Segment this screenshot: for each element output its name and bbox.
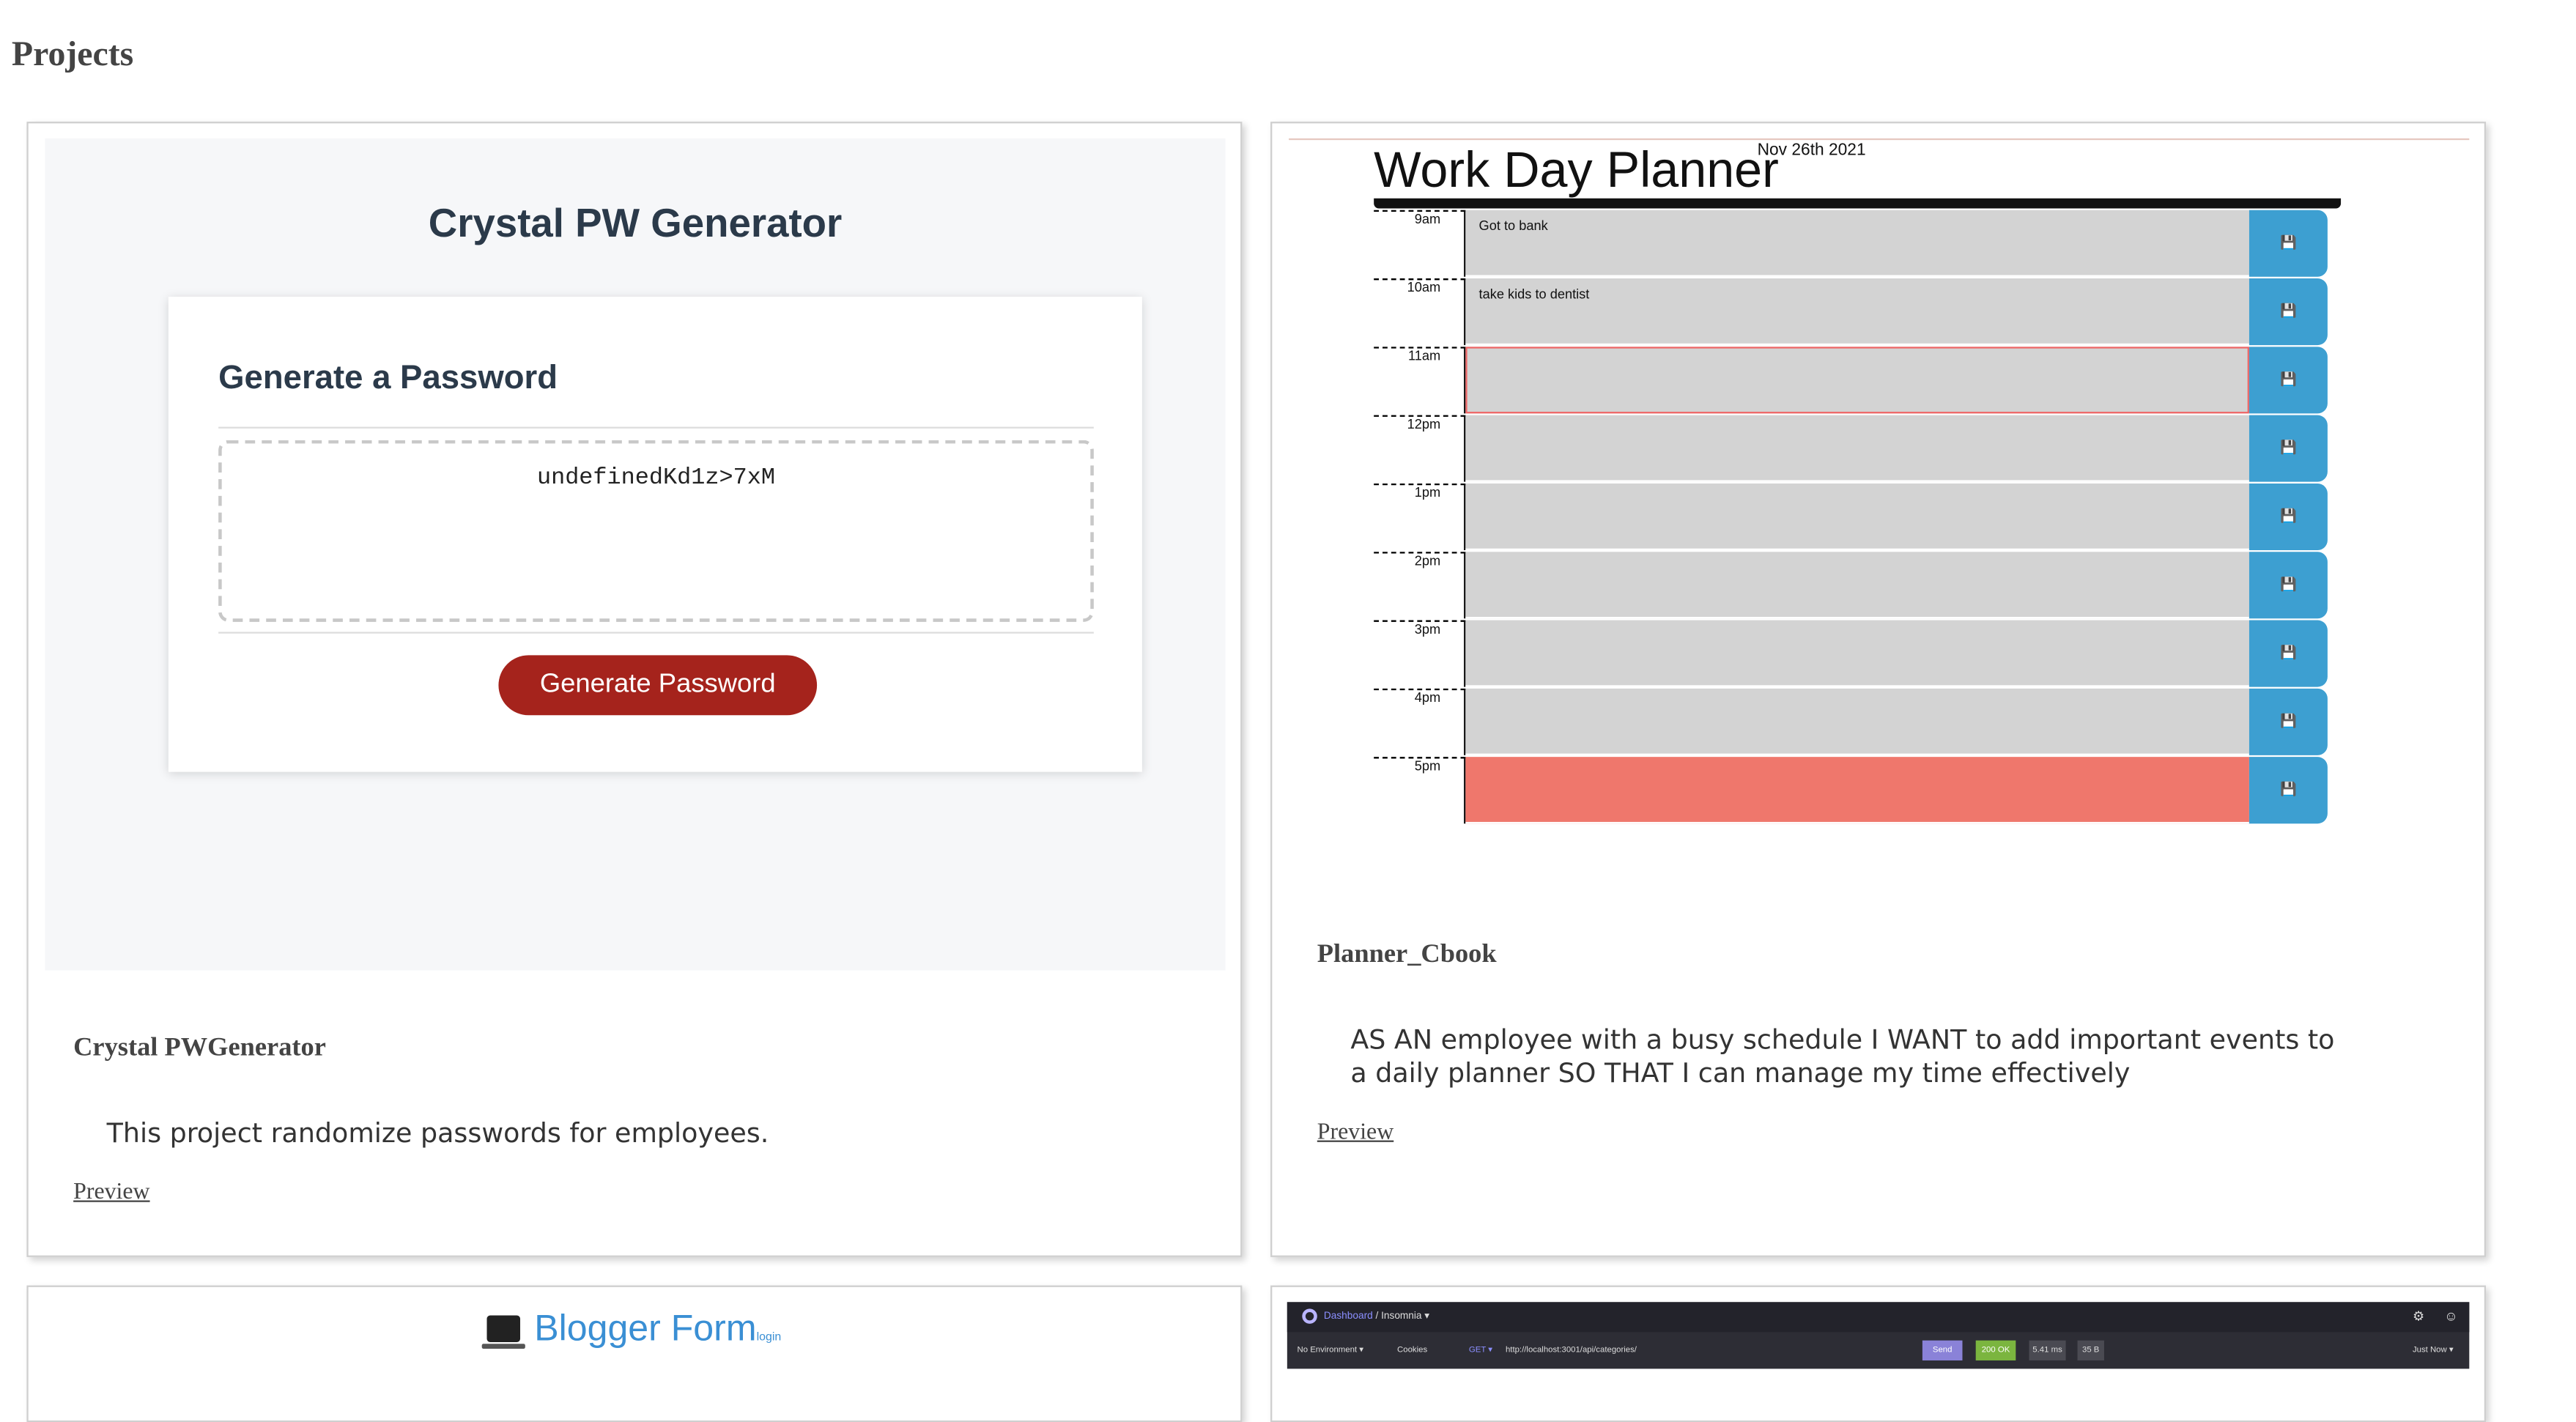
cookies-button: Cookies bbox=[1397, 1345, 1428, 1356]
save-icon: 💾 bbox=[2249, 688, 2328, 755]
save-icon: 💾 bbox=[2249, 757, 2328, 824]
project-preview-image: Dashboard / Insomnia ▾ ⚙ ☺ No Environmen… bbox=[1287, 1302, 2470, 1369]
password-card-heading: Generate a Password bbox=[218, 360, 558, 397]
planner-row: 11am 💾 bbox=[1374, 347, 2328, 414]
project-card: Crystal PW Generator Generate a Password… bbox=[26, 122, 1243, 1257]
breadcrumb-dashboard: Dashboard bbox=[1323, 1311, 1373, 1322]
password-value: undefinedKd1z>7xM bbox=[536, 464, 775, 492]
project-title: Crystal PWGenerator bbox=[73, 1033, 326, 1062]
planner-row: 12pm 💾 bbox=[1374, 415, 2328, 482]
page-root: Projects Crystal PW Generator Generate a… bbox=[0, 0, 2576, 1422]
divider bbox=[218, 426, 1094, 429]
gear-icon: ⚙ bbox=[2412, 1308, 2425, 1324]
project-title: Planner_Cbook bbox=[1317, 940, 1497, 969]
generate-password-button: Generate Password bbox=[498, 655, 818, 716]
planner-row: 1pm 💾 bbox=[1374, 483, 2328, 550]
task-field bbox=[1465, 552, 2249, 619]
hour-label: 3pm bbox=[1374, 620, 1466, 687]
planner-row: 4pm 💾 bbox=[1374, 688, 2328, 755]
hour-label: 9am bbox=[1374, 210, 1466, 277]
planner-row: 3pm 💾 bbox=[1374, 620, 2328, 687]
save-icon: 💾 bbox=[2249, 415, 2328, 482]
status-badge: 200 OK bbox=[1975, 1340, 2016, 1360]
hour-label: 12pm bbox=[1374, 415, 1466, 482]
send-button: Send bbox=[1922, 1340, 1963, 1360]
hour-label: 1pm bbox=[1374, 483, 1466, 550]
project-card: Work Day Planner Nov 26th 2021 9am Got t… bbox=[1270, 122, 2487, 1257]
time-badge: 5.41 ms bbox=[2029, 1340, 2066, 1360]
project-preview-image: Crystal PW Generator Generate a Password… bbox=[45, 138, 1226, 971]
breadcrumb: Dashboard / Insomnia ▾ bbox=[1324, 1311, 1429, 1322]
project-description: AS AN employee with a busy schedule I WA… bbox=[1350, 1023, 2335, 1089]
preview-link[interactable]: Preview bbox=[1317, 1120, 1394, 1147]
preview-link[interactable]: Preview bbox=[73, 1180, 149, 1207]
insomnia-logo-icon bbox=[1302, 1308, 1317, 1324]
password-card: Generate a Password undefinedKd1z>7xM Ge… bbox=[168, 297, 1142, 772]
hour-label: 4pm bbox=[1374, 688, 1466, 755]
task-field: take kids to dentist bbox=[1465, 278, 2249, 346]
project-description: This project randomize passwords for emp… bbox=[106, 1117, 769, 1149]
planner-row: 10am take kids to dentist 💾 bbox=[1374, 278, 2328, 346]
hour-label: 11am bbox=[1374, 347, 1466, 414]
save-icon: 💾 bbox=[2249, 483, 2328, 550]
planner-row: 2pm 💾 bbox=[1374, 552, 2328, 619]
request-bar: No Environment ▾ Cookies GET ▾ http://lo… bbox=[1287, 1338, 2469, 1362]
preview-title: Blogger Formlogin bbox=[29, 1307, 1240, 1350]
header-bar bbox=[1374, 198, 2342, 209]
task-field bbox=[1465, 415, 2249, 482]
app-header: Dashboard / Insomnia ▾ ⚙ ☺ bbox=[1287, 1302, 2470, 1333]
save-icon: 💾 bbox=[2249, 278, 2328, 346]
divider bbox=[218, 632, 1094, 634]
task-field bbox=[1465, 757, 2249, 824]
hour-label: 2pm bbox=[1374, 552, 1466, 619]
password-textarea: undefinedKd1z>7xM bbox=[218, 440, 1094, 622]
divider bbox=[1289, 138, 2470, 141]
preview-title: Work Day Planner bbox=[1374, 143, 1779, 199]
planner-row: 9am Got to bank 💾 bbox=[1374, 210, 2328, 277]
breadcrumb-app: / Insomnia ▾ bbox=[1375, 1311, 1430, 1322]
save-icon: 💾 bbox=[2249, 210, 2328, 277]
login-link: login bbox=[756, 1332, 782, 1344]
url-field: http://localhost:3001/api/categories/ bbox=[1505, 1345, 1637, 1356]
project-card: Dashboard / Insomnia ▾ ⚙ ☺ No Environmen… bbox=[1270, 1285, 2487, 1422]
planner-row: 5pm 💾 bbox=[1374, 757, 2328, 824]
task-field bbox=[1465, 347, 2249, 414]
task-field bbox=[1465, 483, 2249, 550]
save-icon: 💾 bbox=[2249, 347, 2328, 414]
hour-label: 10am bbox=[1374, 278, 1466, 346]
size-badge: 35 B bbox=[2077, 1340, 2104, 1360]
page-title: Projects bbox=[11, 33, 134, 74]
save-icon: 💾 bbox=[2249, 620, 2328, 687]
history-select: Just Now ▾ bbox=[2412, 1345, 2454, 1356]
laptop-icon bbox=[482, 1315, 526, 1349]
preview-date: Nov 26th 2021 bbox=[1757, 141, 1866, 160]
project-card: Blogger Formlogin bbox=[26, 1285, 1243, 1422]
save-icon: 💾 bbox=[2249, 552, 2328, 619]
blogger-form-title: Blogger Form bbox=[534, 1307, 757, 1349]
method-select: GET ▾ bbox=[1468, 1345, 1492, 1356]
task-field bbox=[1465, 620, 2249, 687]
task-field: Got to bank bbox=[1465, 210, 2249, 277]
environment-select: No Environment ▾ bbox=[1297, 1345, 1363, 1356]
project-preview-image: Work Day Planner Nov 26th 2021 9am Got t… bbox=[1289, 138, 2470, 839]
preview-title: Crystal PW Generator bbox=[428, 201, 843, 247]
task-field bbox=[1465, 688, 2249, 755]
hour-label: 5pm bbox=[1374, 757, 1466, 824]
user-icon: ☺ bbox=[2444, 1308, 2458, 1324]
